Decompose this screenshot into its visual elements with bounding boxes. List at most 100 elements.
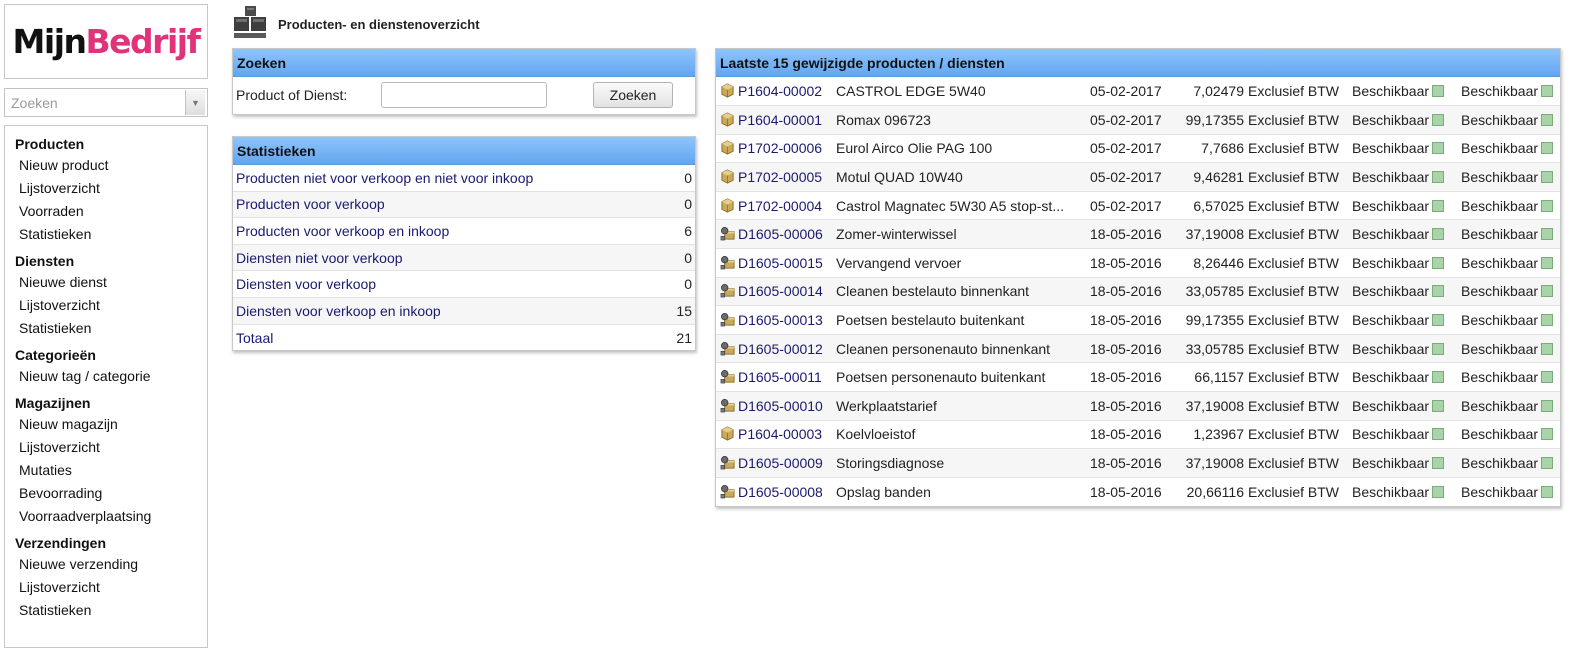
vat-cell: Exclusief BTW [1244,162,1352,192]
status-indicator-icon [1432,113,1445,126]
item-code-link[interactable]: D1605-00015 [738,255,823,271]
sell-status-cell: Beschikbaar [1352,77,1461,107]
status-indicator-icon [1432,428,1445,441]
item-code-link[interactable]: P1604-00001 [738,112,822,128]
table-row: P1702-00006 Eurol Airco Olie PAG 100 05-02… [716,134,1560,164]
sidebar-nav-link[interactable]: Voorraadverplaatsing [15,505,207,528]
table-row: D1605-00013 Poetsen bestelauto buitenkant… [716,305,1560,335]
buy-status-cell: Beschikbaar [1461,77,1560,107]
sidebar-nav-link[interactable]: Nieuw product [15,154,207,177]
vat-cell: Exclusief BTW [1244,420,1352,450]
vat-cell: Exclusief BTW [1244,77,1352,107]
buy-status-cell: Beschikbaar [1461,391,1560,421]
sidebar-nav-link[interactable]: Voorraden [15,200,207,223]
search-input[interactable] [381,82,547,108]
logo-box[interactable]: MijnBedrijf [4,4,208,79]
name-cell: Poetsen personenauto buitenkant [836,362,1090,393]
code-cell: P1702-00006 [716,134,836,164]
sidebar-nav-link[interactable]: Nieuwe verzending [15,553,207,576]
logo-text-part2: Bedrijf [85,22,201,61]
item-code-link[interactable]: D1605-00012 [738,341,823,357]
vat-cell: Exclusief BTW [1244,448,1352,478]
nav-heading: Producten [15,136,85,152]
item-code-link[interactable]: P1604-00002 [738,83,822,99]
sidebar-search-select[interactable]: Zoeken ▼ [4,88,208,117]
sidebar-nav-link[interactable]: Lijstoverzicht [15,294,207,317]
sell-status-cell: Beschikbaar [1352,305,1461,335]
service-icon [720,284,735,298]
status-indicator-icon [1541,457,1554,470]
product-icon [721,140,734,156]
buy-status-text: Beschikbaar [1461,283,1539,300]
code-cell: P1604-00001 [716,105,836,135]
name-cell: Motul QUAD 10W40 [836,162,1090,192]
table-row: D1605-00012 Cleanen personenauto binnenka… [716,334,1560,364]
buy-status-text: Beschikbaar [1461,140,1539,157]
sell-status-cell: Beschikbaar [1352,191,1461,221]
item-code-link[interactable]: D1605-00011 [738,369,822,385]
sidebar-nav-link[interactable]: Bevoorrading [15,482,207,505]
buy-status-text: Beschikbaar [1461,169,1539,186]
sidebar-nav: Producten Nieuw product Lijstoverzicht Voor… [4,125,208,648]
vat-cell: Exclusief BTW [1244,105,1352,135]
item-code-link[interactable]: P1702-00006 [738,140,822,156]
stat-value: 21 [676,329,692,346]
search-button[interactable]: Zoeken [593,82,673,108]
sidebar-nav-link[interactable]: Statistieken [15,317,207,340]
name-cell: Cleanen personenauto binnenkant [836,334,1090,364]
item-code-link[interactable]: P1604-00003 [738,426,822,442]
name-cell: Storingsdiagnose [836,448,1090,478]
sidebar-nav-link[interactable]: Lijstoverzicht [15,177,207,200]
sidebar-nav-link[interactable]: Statistieken [15,599,207,622]
stat-row: Producten niet voor verkoop en niet voor… [233,165,695,192]
stat-link[interactable]: Producten niet voor verkoop en niet voor… [236,170,533,186]
status-indicator-icon [1432,285,1445,298]
service-icon [720,313,735,327]
table-row: D1605-00006 Zomer-winterwissel 18-05-2016 3… [716,219,1560,250]
nav-section: Magazijnen Nieuw magazijn Lijstoverzicht Mu… [15,393,207,528]
stat-link[interactable]: Producten voor verkoop [236,196,385,212]
buy-status-cell: Beschikbaar [1461,134,1560,164]
stat-link[interactable]: Producten voor verkoop en inkoop [236,223,449,239]
table-row: D1605-00014 Cleanen bestelauto binnenkant… [716,277,1560,307]
service-icon [720,456,735,470]
table-row: D1605-00009 Storingsdiagnose 18-05-2016 37,… [716,448,1560,478]
date-cell: 18-05-2016 [1090,391,1166,421]
item-code-link[interactable]: D1605-00009 [738,455,823,471]
buy-status-cell: Beschikbaar [1461,362,1560,393]
buy-status-text: Beschikbaar [1461,483,1539,500]
item-code-link[interactable]: D1605-00013 [738,312,823,328]
buy-status-text: Beschikbaar [1461,254,1539,271]
stat-link[interactable]: Diensten voor verkoop en inkoop [236,303,441,319]
name-cell: Koelvloeistof [836,420,1090,450]
item-code-link[interactable]: D1605-00008 [738,484,823,500]
buy-status-cell: Beschikbaar [1461,277,1560,307]
stat-link[interactable]: Diensten voor verkoop [236,276,376,292]
sidebar-nav-link[interactable]: Lijstoverzicht [15,576,207,599]
stat-link[interactable]: Diensten niet voor verkoop [236,250,403,266]
item-code-link[interactable]: D1605-00010 [738,398,823,414]
sidebar-nav-link[interactable]: Nieuwe dienst [15,271,207,294]
item-code-link[interactable]: D1605-00014 [738,283,823,299]
table-row: D1605-00015 Vervangend vervoer 18-05-2016 8… [716,248,1560,278]
sidebar-nav-link[interactable]: Nieuw tag / categorie [15,365,207,388]
price-cell: 20,66116 [1186,483,1244,500]
chevron-down-icon[interactable]: ▼ [185,90,205,115]
status-indicator-icon [1432,85,1445,98]
item-code-link[interactable]: P1702-00005 [738,169,822,185]
sidebar-nav-link[interactable]: Lijstoverzicht [15,436,207,459]
sidebar-nav-link[interactable]: Nieuw magazijn [15,413,207,436]
vat-cell: Exclusief BTW [1244,191,1352,221]
status-indicator-icon [1541,428,1554,441]
item-code-link[interactable]: P1702-00004 [738,198,822,214]
code-cell: D1605-00010 [716,391,836,421]
price-cell: 33,05785 [1166,277,1244,307]
sidebar-nav-link[interactable]: Mutaties [15,459,207,482]
code-cell: P1604-00002 [716,77,836,107]
vat-cell: Exclusief BTW [1244,219,1352,250]
item-code-link[interactable]: D1605-00006 [738,226,823,242]
recent-panel: Laatste 15 gewijzigde producten / dienst… [715,48,1561,507]
sidebar-nav-link[interactable]: Statistieken [15,223,207,246]
name-cell: Eurol Airco Olie PAG 100 [836,134,1090,164]
code-cell: D1605-00012 [716,334,836,364]
